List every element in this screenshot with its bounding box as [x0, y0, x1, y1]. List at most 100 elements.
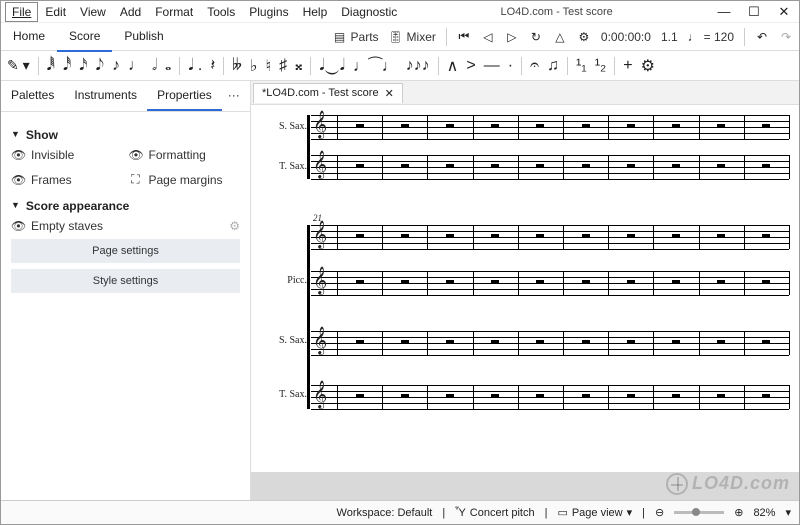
dur-32nd[interactable]: 𝅘𝅥𝅰	[63, 57, 71, 75]
menu-file[interactable]: File	[5, 2, 38, 22]
tab-home[interactable]: Home	[1, 22, 57, 52]
close-tab-icon[interactable]: ✕	[385, 87, 394, 100]
double-sharp-icon[interactable]: 𝄪	[295, 57, 302, 75]
barline	[382, 115, 383, 139]
menu-plugins[interactable]: Plugins	[242, 2, 295, 22]
metronome-icon[interactable]: △	[553, 30, 567, 44]
menu-diagnostic[interactable]: Diagnostic	[334, 2, 404, 22]
chevron-down-icon[interactable]: ▾	[785, 506, 791, 519]
maximize-button[interactable]: ☐	[739, 1, 769, 23]
double-flat-icon[interactable]: 𝄫	[232, 57, 242, 75]
menu-view[interactable]: View	[73, 2, 113, 22]
barline	[563, 271, 564, 295]
sidetab-properties[interactable]: Properties	[147, 81, 222, 111]
toggle-invisible[interactable]: 👁Invisible	[11, 148, 123, 162]
sidetab-more[interactable]: ···	[222, 81, 246, 111]
staff[interactable]: 𝄞	[311, 331, 789, 355]
marcato-icon[interactable]: ∧	[447, 56, 459, 76]
barline	[744, 155, 745, 179]
tab-publish[interactable]: Publish	[112, 22, 175, 52]
position-display: 1.1	[661, 30, 678, 44]
dot-button[interactable]: 𝅘𝅥 .	[188, 57, 202, 75]
toolbar-settings-icon[interactable]: ⚙	[641, 56, 655, 76]
appearance-section-header[interactable]: ▼Score appearance	[11, 199, 240, 213]
dur-8th-alt[interactable]: ♪	[112, 57, 120, 75]
whole-rest	[762, 164, 770, 167]
zoom-value[interactable]: 82%	[753, 507, 775, 519]
sidetab-palettes[interactable]: Palettes	[1, 81, 64, 111]
dur-half[interactable]: 𝅗𝅥	[152, 57, 157, 75]
tenuto-icon[interactable]: —	[484, 57, 500, 75]
whole-rest	[446, 280, 454, 283]
toggle-formatting[interactable]: 👁Formatting	[129, 148, 241, 162]
flip-icon[interactable]: 𝄐	[530, 57, 539, 75]
add-button[interactable]: +	[623, 57, 632, 75]
loop-icon[interactable]: ↻	[529, 30, 543, 44]
whole-rest	[491, 234, 499, 237]
staff[interactable]: 𝄞	[311, 115, 789, 139]
note-input-mode-icon[interactable]: ✎ ▾	[7, 57, 30, 74]
tempo-display[interactable]: ♩ = 120	[688, 30, 734, 44]
tuplet-icon[interactable]: ♪♪♪	[406, 57, 430, 75]
concert-pitch-toggle[interactable]: ὟConcert pitch	[455, 507, 534, 519]
show-section-header[interactable]: ▼Show	[11, 128, 240, 142]
staccato-icon[interactable]: ·	[508, 57, 513, 75]
redo-icon[interactable]: ↷	[779, 30, 793, 44]
tie-icon[interactable]: 𝅘𝅥‿𝅘𝅥	[319, 57, 344, 75]
dur-whole[interactable]: 𝅝	[165, 57, 171, 75]
staff[interactable]: 𝄞	[311, 155, 789, 179]
menu-help[interactable]: Help	[296, 2, 335, 22]
rewind-icon[interactable]: ⏮	[457, 30, 471, 44]
flat-icon[interactable]: ♭	[250, 56, 258, 76]
parts-button[interactable]: ▤Parts	[333, 30, 379, 44]
sidetab-instruments[interactable]: Instruments	[64, 81, 147, 111]
rest-button[interactable]: 𝄽	[210, 57, 215, 75]
document-tab[interactable]: *LO4D.com - Test score ✕	[253, 83, 403, 103]
staff[interactable]: 𝄞	[311, 385, 789, 409]
gear-icon[interactable]: ⚙	[229, 219, 240, 233]
score-page[interactable]: S. Sax. 𝄞 T. Sax. 𝄞 21	[251, 105, 799, 472]
natural-icon[interactable]: ♮	[265, 56, 271, 76]
toggle-empty-staves[interactable]: 👁Empty staves ⚙	[11, 219, 240, 233]
voice-2-button[interactable]: ¹₂	[595, 57, 607, 75]
repeat-icon[interactable]: ♫	[547, 57, 559, 75]
menu-edit[interactable]: Edit	[38, 2, 73, 22]
menu-format[interactable]: Format	[148, 2, 200, 22]
zoom-out-icon[interactable]: ⊖	[655, 506, 664, 519]
dur-64th[interactable]: 𝅘𝅥𝅱	[47, 57, 55, 75]
toggle-margins[interactable]: ⛶Page margins	[129, 172, 241, 187]
undo-icon[interactable]: ↶	[755, 30, 769, 44]
articulations-group: ∧ > — ·	[447, 56, 513, 76]
voice-1-button[interactable]: ¹₁	[576, 57, 587, 75]
toggle-frames[interactable]: 👁Frames	[11, 172, 123, 187]
workspace-label[interactable]: Workspace: Default	[337, 507, 433, 519]
dur-16th[interactable]: 𝅘𝅥𝅯	[79, 57, 87, 75]
mixer-button[interactable]: 🎚Mixer	[389, 30, 436, 44]
minimize-button[interactable]: —	[709, 1, 739, 23]
playback-settings-icon[interactable]: ⚙	[577, 30, 591, 44]
whole-rest	[672, 280, 680, 283]
close-button[interactable]: ✕	[769, 1, 799, 23]
step-back-icon[interactable]: ◁	[481, 30, 495, 44]
sharp-icon[interactable]: ♯	[279, 57, 287, 75]
style-settings-button[interactable]: Style settings	[11, 269, 240, 293]
staff[interactable]: 𝄞	[311, 271, 789, 295]
menu-tools[interactable]: Tools	[200, 2, 242, 22]
whole-rest	[582, 164, 590, 167]
zoom-in-icon[interactable]: ⊕	[734, 506, 743, 519]
dur-8th[interactable]: 𝅘𝅥𝅮	[96, 57, 104, 75]
staff[interactable]: 𝄞	[311, 225, 789, 249]
page-settings-button[interactable]: Page settings	[11, 239, 240, 263]
barline	[473, 225, 474, 249]
accent-icon[interactable]: >	[466, 57, 475, 75]
play-icon[interactable]: ▷	[505, 30, 519, 44]
tab-score[interactable]: Score	[57, 22, 112, 52]
system-bracket	[307, 115, 310, 179]
menu-add[interactable]: Add	[113, 2, 148, 22]
slur-icon[interactable]: ♩⁀♩	[353, 56, 398, 76]
page-view-dropdown[interactable]: ▭Page view▾	[557, 506, 632, 519]
divider	[521, 57, 522, 75]
barline	[337, 225, 338, 249]
dur-quarter[interactable]: ♩	[128, 57, 144, 75]
zoom-slider[interactable]	[674, 511, 724, 514]
